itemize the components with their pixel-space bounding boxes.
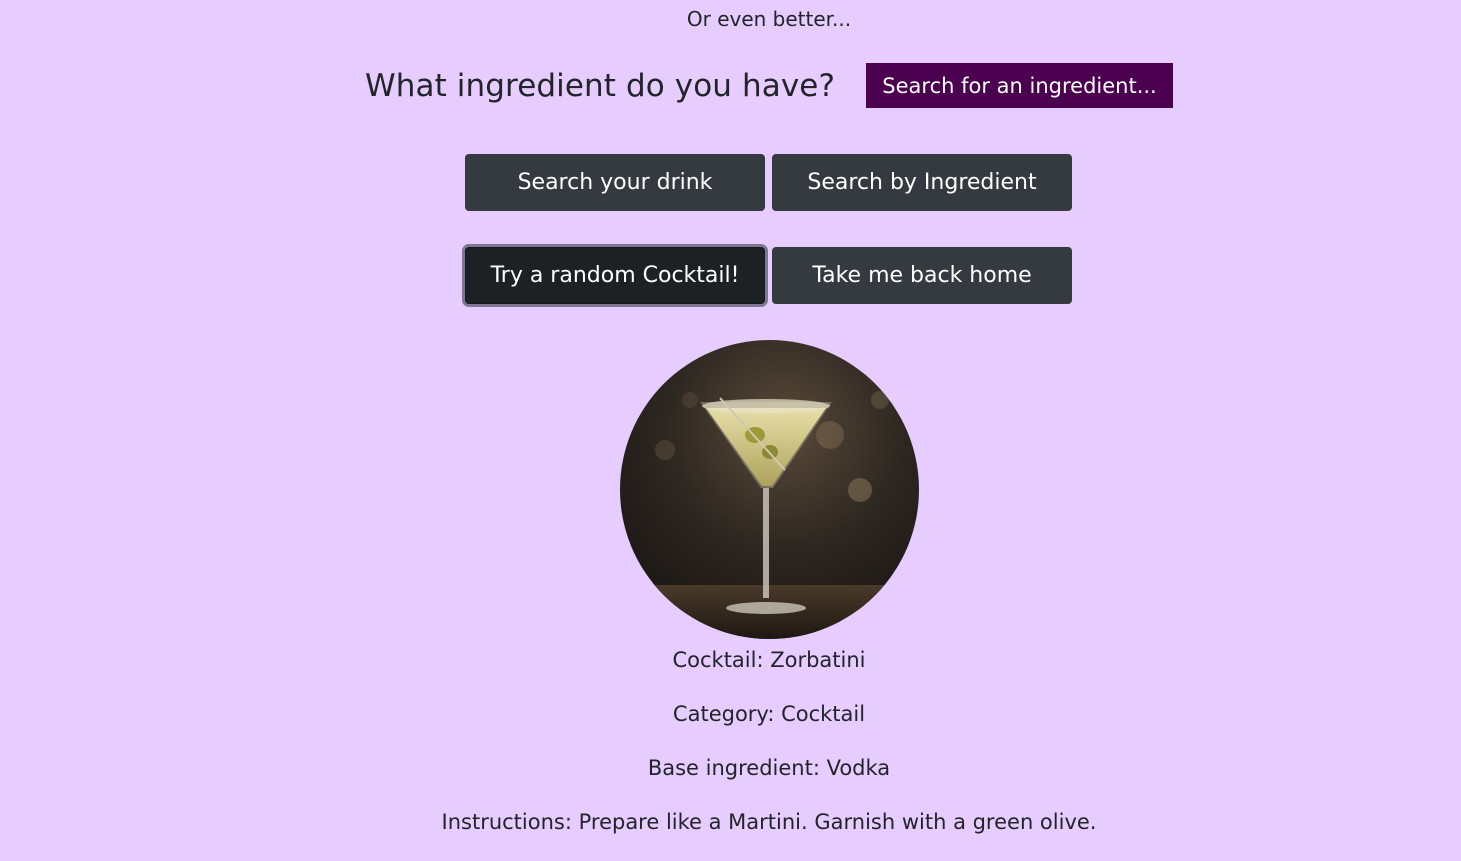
- martini-glass-photo: [620, 340, 919, 639]
- home-button[interactable]: Take me back home: [772, 247, 1072, 304]
- ingredient-question: What ingredient do you have?: [364, 67, 836, 104]
- random-cocktail-button[interactable]: Try a random Cocktail!: [465, 247, 765, 304]
- intro-text: Or even better...: [686, 7, 852, 31]
- cocktail-image: [620, 340, 919, 639]
- search-drink-button[interactable]: Search your drink: [465, 154, 765, 211]
- cocktail-name: Cocktail: Zorbatini: [672, 648, 866, 672]
- search-by-ingredient-button[interactable]: Search by Ingredient: [772, 154, 1072, 211]
- button-row-bottom: Try a random Cocktail! Take me back home: [465, 247, 1072, 304]
- cocktail-base-ingredient: Base ingredient: Vodka: [647, 756, 891, 780]
- cocktail-details: Cocktail: Zorbatini Category: Cocktail B…: [0, 645, 1461, 861]
- ingredient-search-row: What ingredient do you have? Search for …: [0, 63, 1461, 108]
- button-row-top: Search your drink Search by Ingredient: [465, 154, 1072, 211]
- navigation-buttons: Search your drink Search by Ingredient T…: [465, 154, 1072, 340]
- cocktail-instructions: Instructions: Prepare like a Martini. Ga…: [441, 810, 1097, 834]
- search-ingredient-input-button[interactable]: Search for an ingredient...: [866, 63, 1174, 108]
- cocktail-category: Category: Cocktail: [672, 702, 866, 726]
